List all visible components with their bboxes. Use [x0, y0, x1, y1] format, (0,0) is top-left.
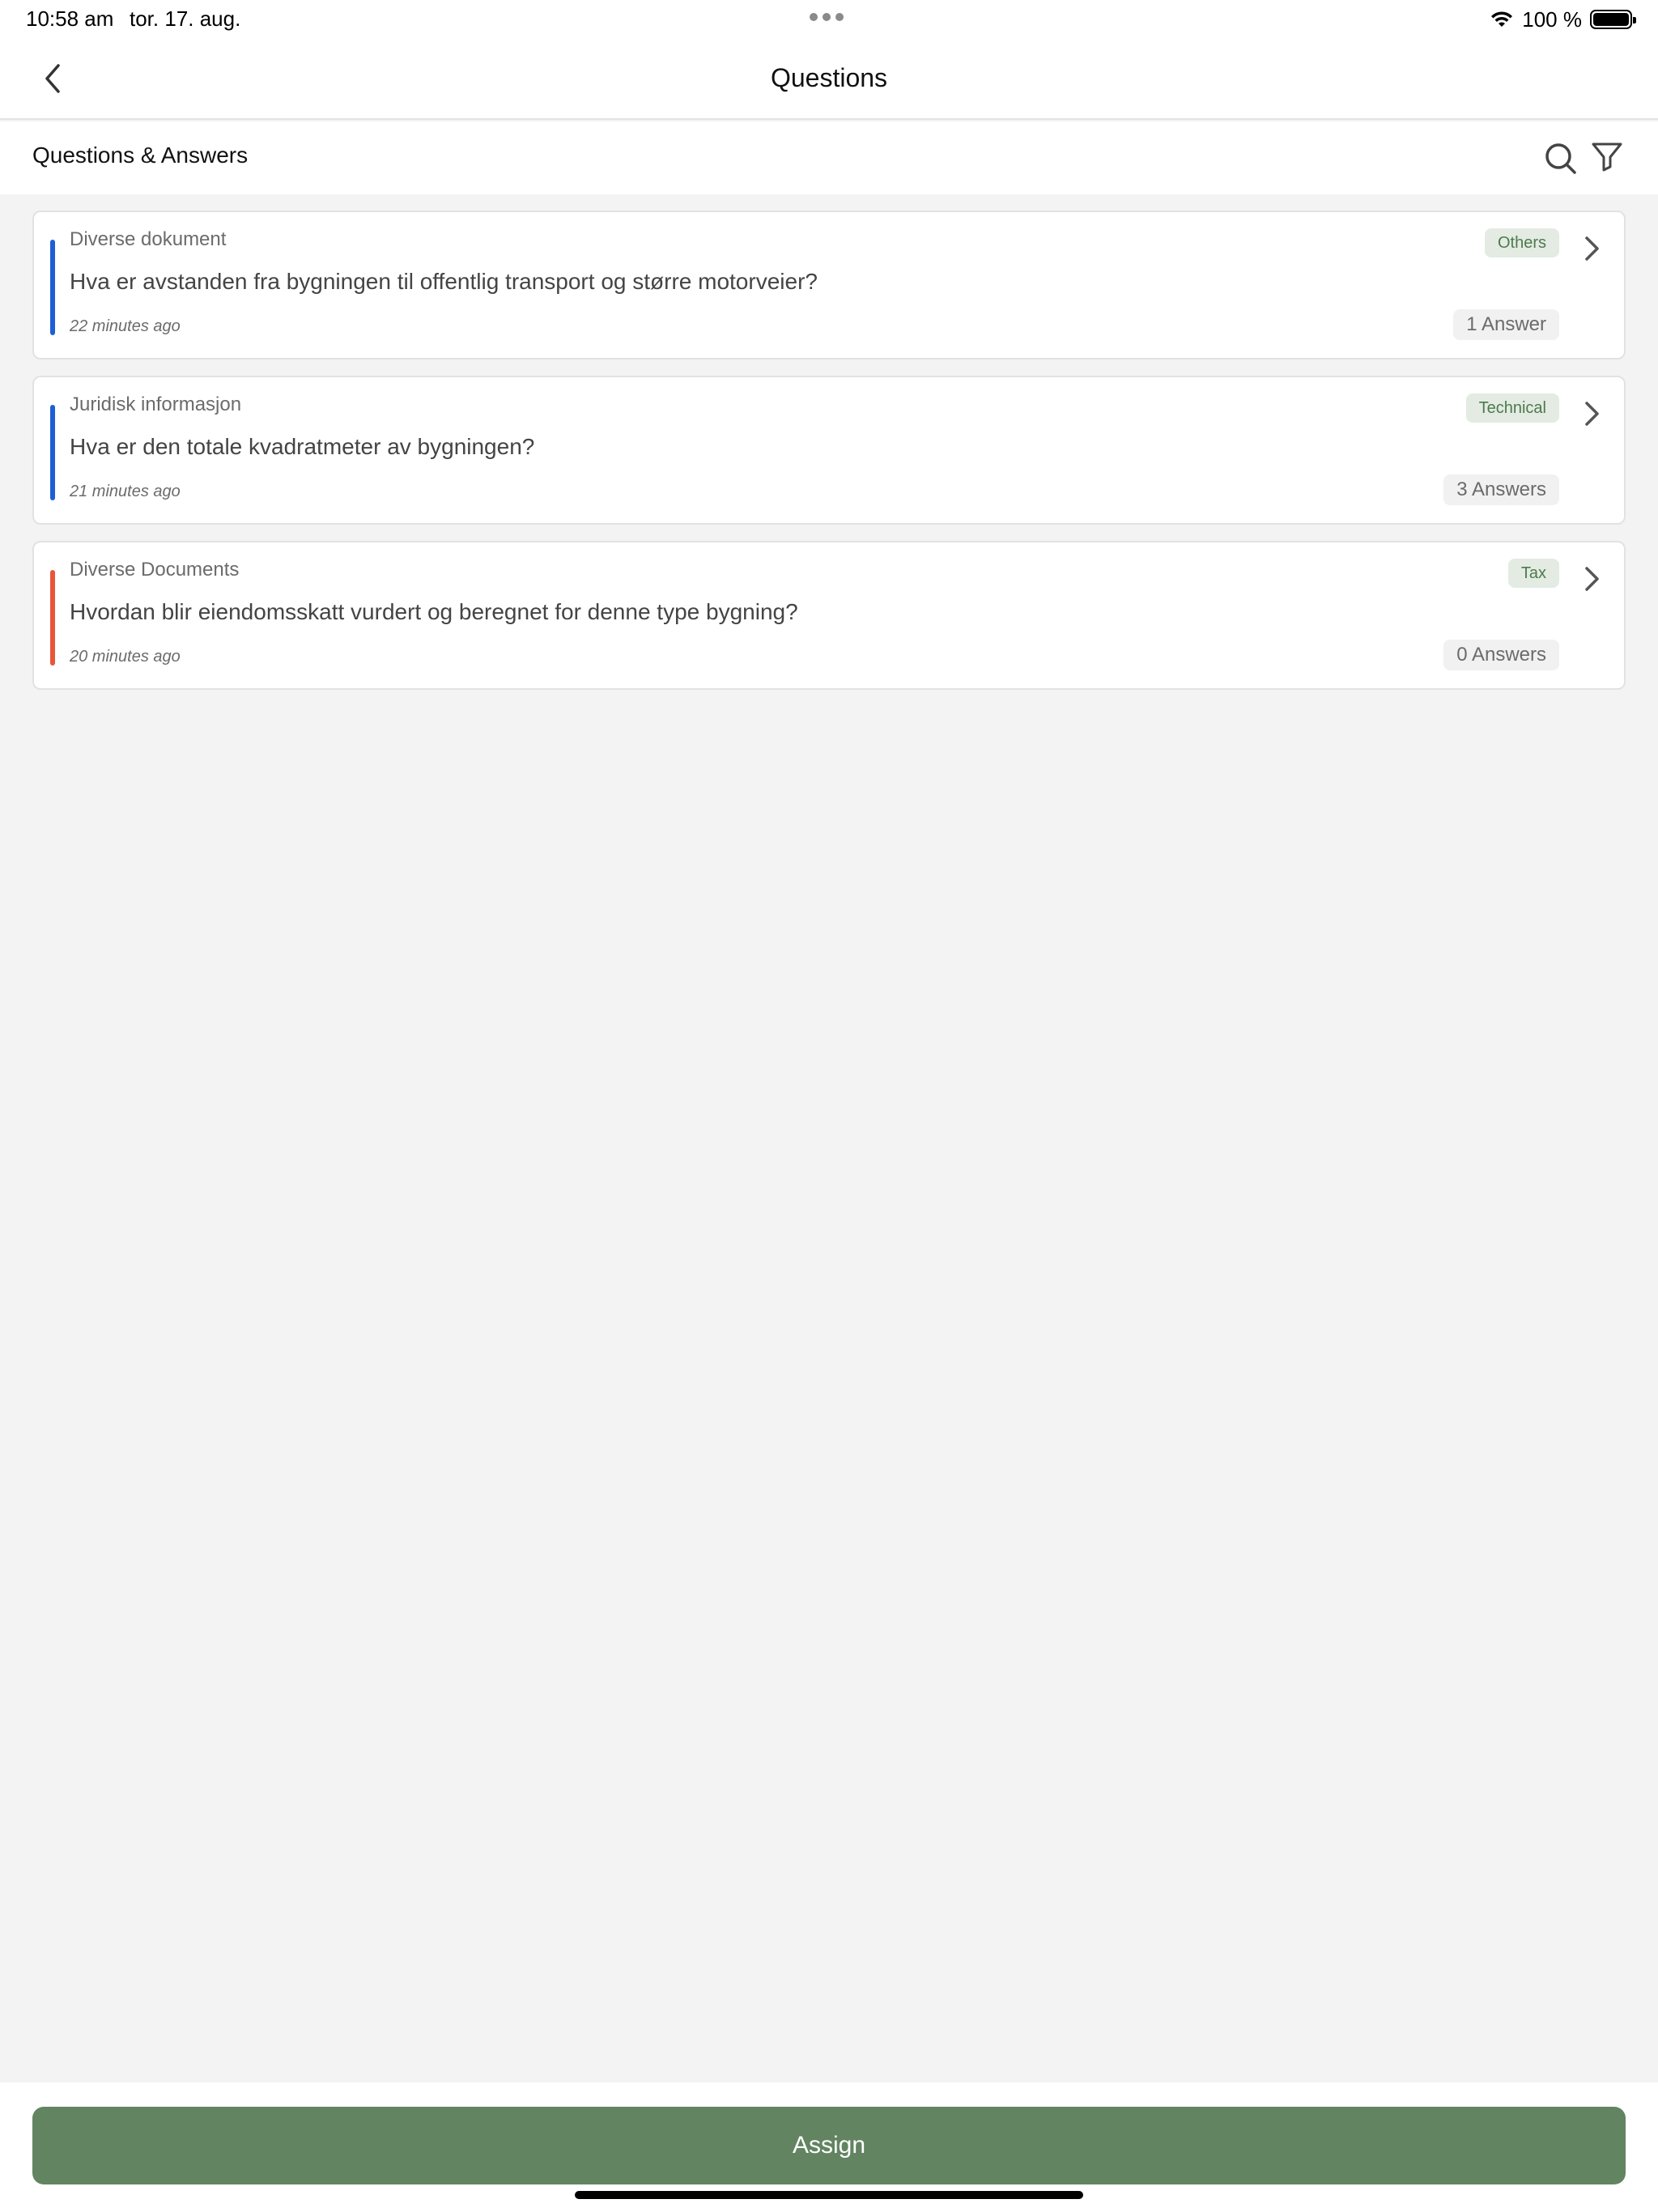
question-text: Hva er den totale kvadratmeter av bygnin… [70, 434, 535, 459]
filter-button[interactable] [1588, 138, 1626, 175]
question-time: 22 minutes ago [70, 317, 181, 335]
page-title: Questions [770, 63, 888, 92]
question-card[interactable]: Diverse Documents Hvordan blir eiendomss… [32, 541, 1626, 690]
category-color-bar [50, 405, 55, 500]
question-time: 21 minutes ago [70, 483, 181, 500]
search-button[interactable] [1541, 139, 1580, 178]
category-color-bar [50, 570, 55, 666]
section-title: Questions & Answers [32, 143, 249, 168]
filter-icon [1592, 143, 1622, 172]
nav-bar: Questions [0, 39, 1658, 120]
answer-count-badge: 1 Answer [1453, 309, 1559, 340]
search-icon [1545, 143, 1576, 174]
home-indicator[interactable] [575, 2191, 1083, 2199]
question-tag: Technical [1465, 393, 1559, 423]
screen: 10:58 am tor. 17. aug. 100 % Questions Q… [0, 0, 1658, 2212]
category-color-bar [50, 240, 55, 335]
question-card[interactable]: Diverse dokument Hva er avstanden fra by… [32, 211, 1626, 359]
status-date: tor. 17. aug. [130, 6, 241, 31]
chevron-right-icon [1585, 567, 1599, 591]
section-header: Questions & Answers [0, 121, 1658, 194]
question-tag: Tax [1507, 559, 1559, 588]
battery-icon [1590, 10, 1636, 29]
question-category: Diverse dokument [70, 228, 227, 250]
question-category: Juridisk informasjon [70, 393, 242, 415]
assign-button[interactable]: Assign [32, 2107, 1626, 2184]
question-category: Diverse Documents [70, 559, 240, 581]
question-text: Hvordan blir eiendomsskatt vurdert og be… [70, 599, 798, 624]
wifi-icon [1491, 11, 1513, 27]
answer-count-badge: 3 Answers [1443, 474, 1559, 505]
question-time: 20 minutes ago [70, 648, 181, 666]
battery-percent: 100 % [1522, 6, 1582, 32]
status-bar: 10:58 am tor. 17. aug. 100 % [0, 0, 1658, 39]
chevron-right-icon [1585, 236, 1599, 261]
status-right: 100 % [1490, 5, 1636, 34]
answer-count-badge: 0 Answers [1443, 640, 1559, 670]
status-time: 10:58 am [26, 6, 114, 31]
chevron-right-icon [1585, 402, 1599, 426]
question-card[interactable]: Juridisk informasjon Hva er den totale k… [32, 376, 1626, 525]
bottom-bar: Assign [0, 2082, 1658, 2212]
question-tag: Others [1484, 228, 1559, 257]
multitasking-dots-icon[interactable] [810, 13, 844, 21]
question-text: Hva er avstanden fra bygningen til offen… [70, 269, 818, 294]
question-list: Diverse dokument Hva er avstanden fra by… [32, 211, 1626, 706]
